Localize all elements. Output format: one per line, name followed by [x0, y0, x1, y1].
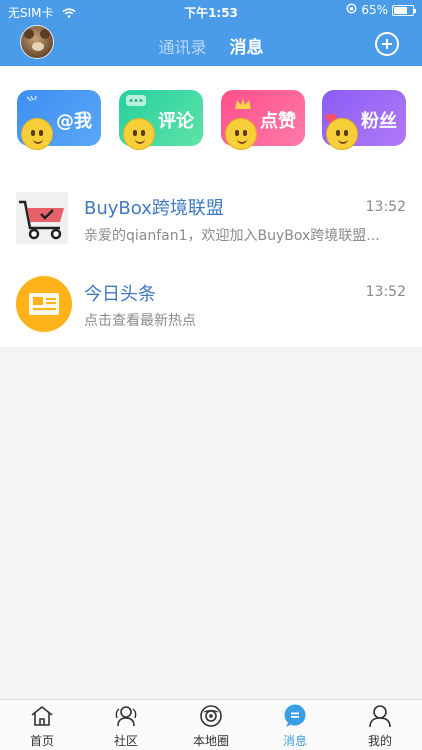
smiley-face-icon — [225, 118, 257, 150]
tab-messages[interactable]: 消息 — [230, 33, 264, 58]
category-label: @我 — [56, 111, 92, 132]
battery-status: 65% — [346, 3, 416, 17]
category-followers[interactable]: 粉丝 — [322, 90, 406, 150]
category-label: 点赞 — [260, 111, 296, 132]
category-mentions[interactable]: @我 — [17, 90, 101, 150]
battery-icon — [392, 4, 416, 16]
category-comments[interactable]: 评论 — [119, 90, 203, 150]
tabbar-messages[interactable]: 消息 — [253, 700, 337, 750]
newspaper-icon — [16, 276, 72, 332]
message-panel: @我 评论 点赞 粉丝 BuyBox跨境联盟 13:52 亲爱的qianfan1… — [0, 66, 422, 347]
message-title: 今日头条 — [84, 284, 156, 305]
lightning-icon — [23, 94, 43, 108]
message-time: 13:52 — [365, 284, 406, 300]
orientation-lock-icon — [346, 3, 357, 17]
header-tabs: 通讯录 消息 — [0, 33, 422, 58]
bottom-tab-bar: 首页 社区 本地圈 消息 我的 — [0, 699, 422, 750]
crown-icon — [233, 96, 253, 110]
tab-contacts[interactable]: 通讯录 — [158, 34, 206, 58]
tabbar-community[interactable]: 社区 — [84, 700, 168, 750]
tabbar-label: 消息 — [282, 734, 307, 748]
shopping-cart-icon — [16, 192, 68, 244]
tabbar-label: 我的 — [367, 734, 392, 748]
battery-percent: 65% — [361, 3, 388, 17]
home-icon — [30, 704, 54, 728]
local-circle-icon — [199, 704, 223, 728]
top-header: 无SIM卡 下午1:53 65% 通讯录 消息 — [0, 0, 422, 66]
tabbar-profile[interactable]: 我的 — [338, 700, 422, 750]
category-label: 粉丝 — [361, 111, 397, 132]
profile-icon — [368, 704, 392, 728]
message-row-toutiao[interactable]: 今日头条 13:52 点击查看最新热点 — [0, 268, 422, 346]
smiley-face-icon — [123, 118, 155, 150]
message-time: 13:52 — [365, 199, 406, 215]
category-likes[interactable]: 点赞 — [221, 90, 305, 150]
chat-bubble-icon — [125, 94, 146, 108]
tabbar-home[interactable]: 首页 — [0, 700, 84, 750]
message-preview: 亲爱的qianfan1，欢迎加入BuyBox跨境联盟... — [84, 228, 380, 244]
tabbar-label: 社区 — [113, 734, 138, 748]
tabbar-local-circle[interactable]: 本地圈 — [169, 700, 253, 750]
smiley-face-icon — [326, 118, 358, 150]
tabbar-label: 本地圈 — [192, 734, 229, 748]
message-icon — [283, 704, 307, 728]
message-title: BuyBox跨境联盟 — [84, 198, 224, 219]
smiley-face-icon — [21, 118, 53, 150]
status-bar: 无SIM卡 下午1:53 65% — [0, 0, 422, 22]
message-preview: 点击查看最新热点 — [84, 313, 196, 329]
tabbar-label: 首页 — [29, 734, 54, 748]
community-icon — [114, 704, 138, 728]
category-label: 评论 — [158, 111, 194, 132]
add-button[interactable] — [375, 32, 399, 56]
message-row-buybox[interactable]: BuyBox跨境联盟 13:52 亲爱的qianfan1，欢迎加入BuyBox跨… — [0, 184, 422, 262]
